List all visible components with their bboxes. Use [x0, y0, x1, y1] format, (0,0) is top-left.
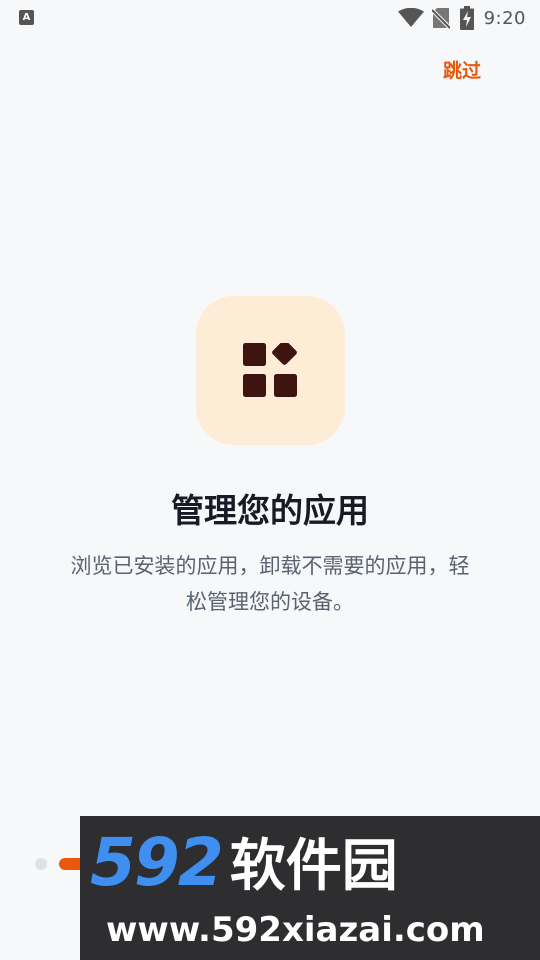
- status-time: 9:20: [483, 7, 526, 29]
- accessibility-font-icon: A: [19, 10, 34, 25]
- page-description: 浏览已安装的应用，卸载不需要的应用，轻松管理您的设备。: [70, 554, 470, 614]
- apps-grid-icon: [243, 343, 297, 397]
- status-icons: 9:20: [397, 5, 526, 31]
- feature-icon-tile: [196, 296, 345, 445]
- page-title: 管理您的应用: [171, 491, 369, 530]
- watermark-logo: 592 软件园: [90, 826, 398, 904]
- watermark-banner: 592 软件园 www.592xiazai.com: [80, 816, 540, 960]
- battery-charging-icon: [459, 6, 474, 30]
- page-dot[interactable]: [35, 858, 47, 870]
- status-bar: A 9:20: [0, 0, 540, 36]
- watermark-url: www.592xiazai.com: [106, 910, 485, 950]
- wifi-icon: [397, 8, 424, 27]
- no-sim-icon: [431, 8, 450, 29]
- watermark-name: 软件园: [229, 834, 398, 899]
- watermark-digits: 592: [90, 824, 224, 901]
- skip-button[interactable]: 跳过: [443, 58, 481, 84]
